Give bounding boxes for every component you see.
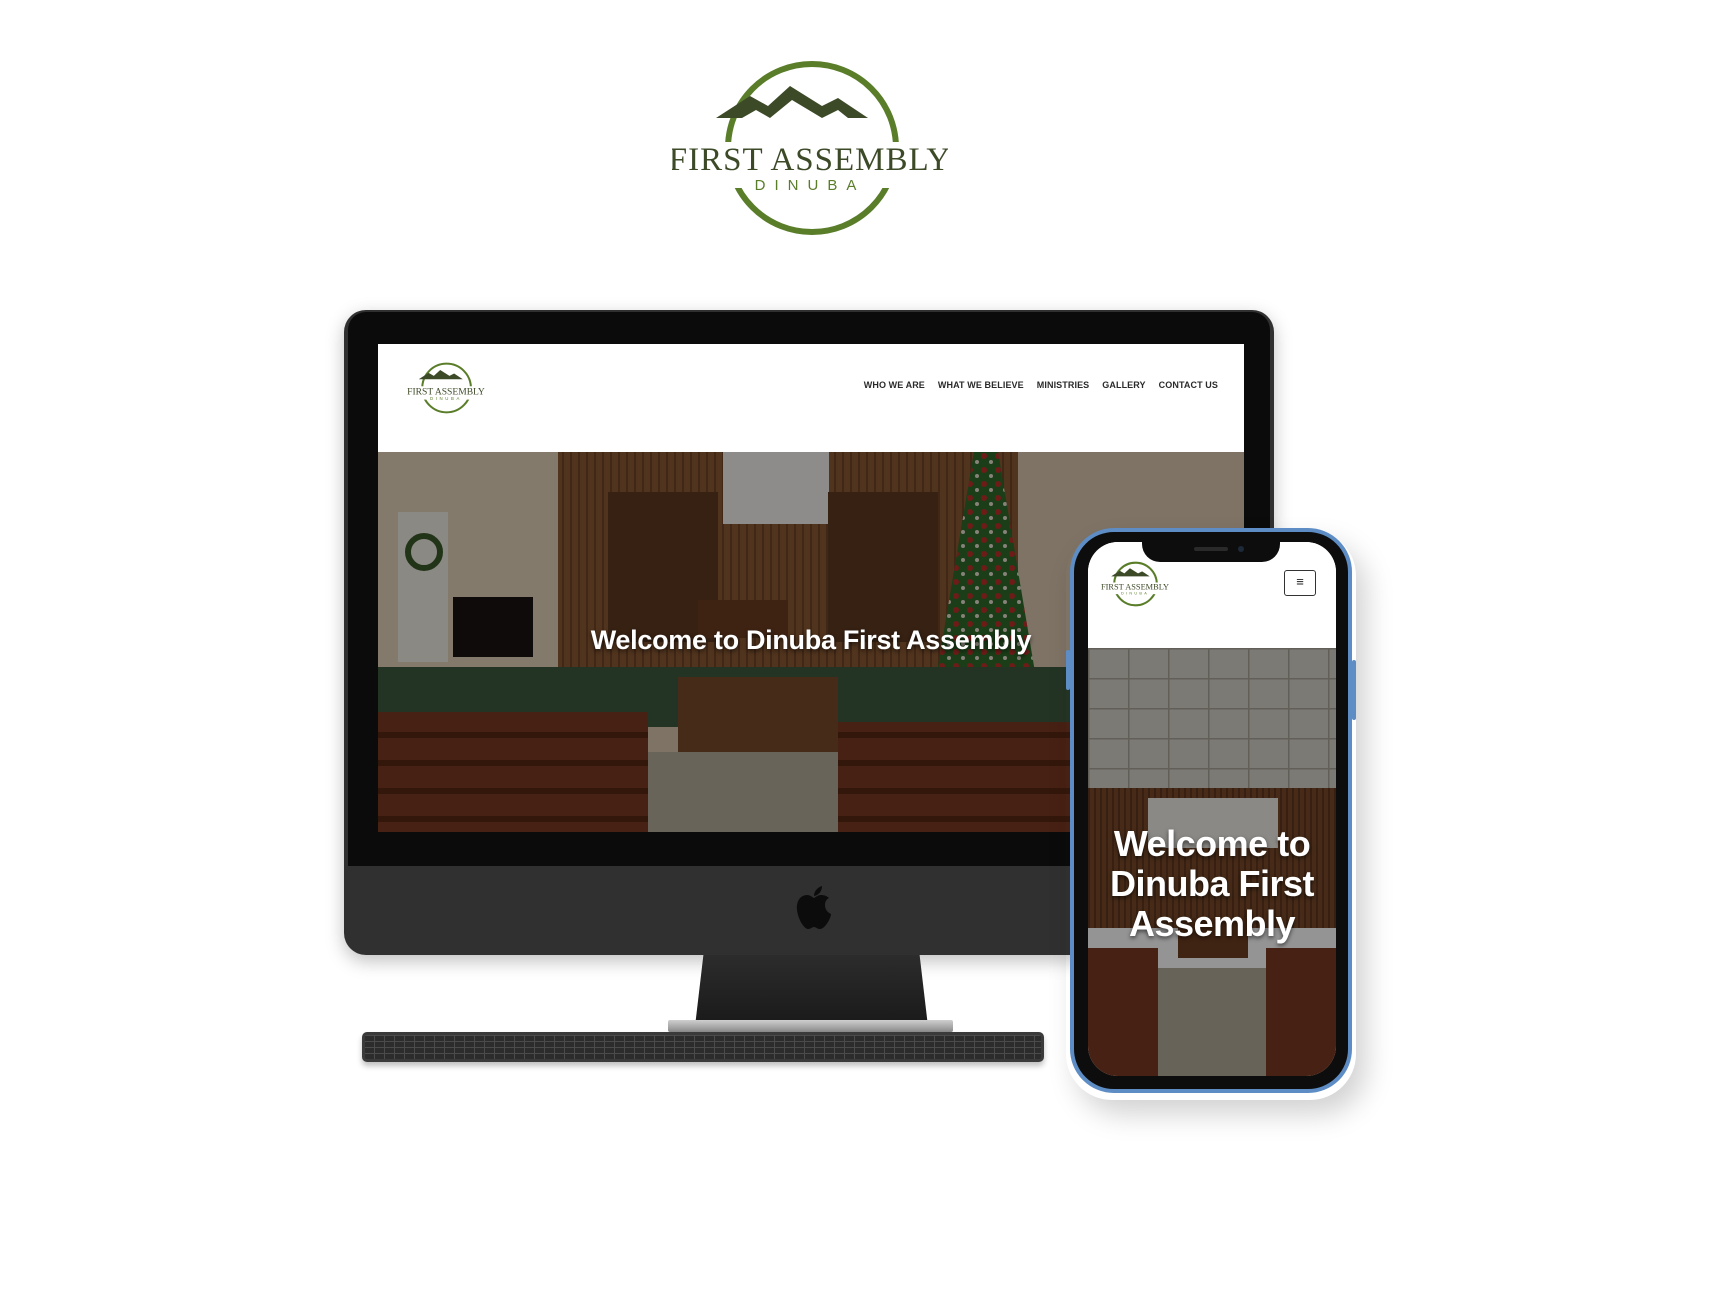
desktop-logo-name: FIRST ASSEMBLY — [407, 386, 485, 397]
first-assembly-logo: FIRST ASSEMBLY DINUBA — [672, 58, 948, 238]
logo-name: FIRST ASSEMBLY — [672, 142, 948, 178]
hamburger-icon: ≡ — [1296, 574, 1304, 589]
nav-contact-us[interactable]: CONTACT US — [1159, 380, 1218, 390]
mobile-site-logo[interactable]: FIRST ASSEMBLY DINUBA — [1100, 556, 1170, 612]
phone-camera — [1238, 546, 1244, 552]
desktop-site-header: FIRST ASSEMBLY DINUBA WHO WE ARE WHAT WE… — [378, 344, 1244, 452]
desktop-logo-subname: DINUBA — [430, 396, 462, 401]
keyboard — [362, 1032, 1044, 1062]
desktop-site-logo[interactable]: FIRST ASSEMBLY DINUBA — [406, 356, 486, 420]
nav-ministries[interactable]: MINISTRIES — [1037, 380, 1090, 390]
mobile-screen: FIRST ASSEMBLY DINUBA ≡ Welcome to Dinub… — [1088, 542, 1336, 1076]
phone-power-button — [1352, 660, 1356, 720]
mobile-hero: Welcome to Dinuba First Assembly — [1088, 648, 1336, 1076]
phone-speaker — [1194, 547, 1228, 551]
mobile-hero-title: Welcome to Dinuba First Assembly — [1109, 823, 1315, 944]
imac-stand-base — [668, 1020, 953, 1032]
mobile-logo-name: FIRST ASSEMBLY — [1101, 583, 1169, 592]
logo-subname: DINUBA — [755, 177, 866, 194]
nav-what-we-believe[interactable]: WHAT WE BELIEVE — [938, 380, 1024, 390]
apple-logo-icon — [796, 886, 831, 929]
hamburger-menu-button[interactable]: ≡ — [1284, 570, 1316, 596]
nav-gallery[interactable]: GALLERY — [1102, 380, 1145, 390]
nav-who-we-are[interactable]: WHO WE ARE — [864, 380, 925, 390]
desktop-nav: WHO WE ARE WHAT WE BELIEVE MINISTRIES GA… — [864, 380, 1218, 390]
phone-notch — [1142, 540, 1280, 562]
mobile-logo-subname: DINUBA — [1121, 592, 1149, 596]
